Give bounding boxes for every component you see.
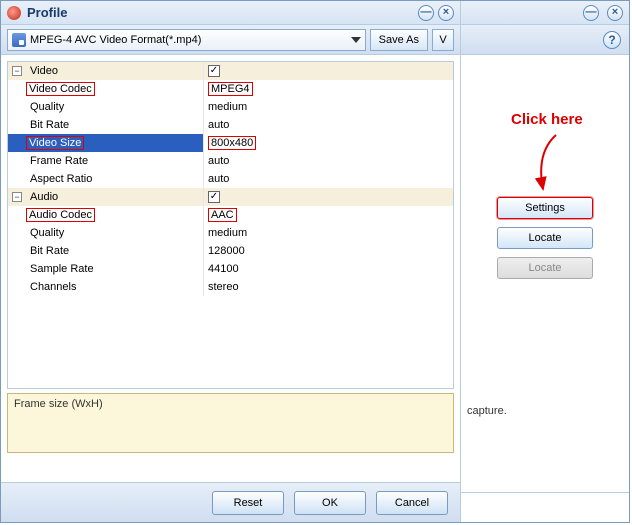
right-footer xyxy=(461,492,629,522)
video-aspect-row[interactable]: Aspect Ratio auto xyxy=(8,170,453,188)
window-title: Profile xyxy=(27,5,414,20)
audio-channels-row[interactable]: Channels stereo xyxy=(8,278,453,296)
format-dropdown-text: MPEG-4 AVC Video Format(*.mp4) xyxy=(30,34,351,46)
video-enabled-checkbox[interactable] xyxy=(208,65,220,77)
video-size-row[interactable]: Video Size 800x480 xyxy=(8,134,453,152)
close-button[interactable]: × xyxy=(438,5,454,21)
locate-button[interactable]: Locate xyxy=(497,227,593,249)
video-bitrate-row[interactable]: Bit Rate auto xyxy=(8,116,453,134)
settings-grid: −Video Video Codec MPEG4 Quality medium … xyxy=(7,61,454,389)
video-framerate-row[interactable]: Frame Rate auto xyxy=(8,152,453,170)
audio-group-row[interactable]: −Audio xyxy=(8,188,453,206)
minimize-button[interactable]: — xyxy=(583,5,599,21)
profile-toolbar: MPEG-4 AVC Video Format(*.mp4) Save As V xyxy=(1,25,460,55)
audio-bitrate-row[interactable]: Bit Rate 128000 xyxy=(8,242,453,260)
cancel-button[interactable]: Cancel xyxy=(376,491,448,515)
format-dropdown[interactable]: MPEG-4 AVC Video Format(*.mp4) xyxy=(7,29,366,51)
capture-text: capture. xyxy=(467,405,507,417)
video-codec-row[interactable]: Video Codec MPEG4 xyxy=(8,80,453,98)
arrow-icon xyxy=(521,133,571,197)
minimize-button[interactable]: — xyxy=(418,5,434,21)
collapse-icon[interactable]: − xyxy=(12,66,22,76)
close-button[interactable]: × xyxy=(607,5,623,21)
locate-button-disabled: Locate xyxy=(497,257,593,279)
click-here-annotation: Click here xyxy=(511,111,583,128)
settings-button[interactable]: Settings xyxy=(497,197,593,219)
save-as-button[interactable]: Save As xyxy=(370,29,428,51)
chevron-down-icon xyxy=(351,37,361,43)
right-titlebar: — × xyxy=(461,1,629,25)
video-format-icon xyxy=(12,33,26,47)
v-button[interactable]: V xyxy=(432,29,454,51)
video-group-row[interactable]: −Video xyxy=(8,62,453,80)
audio-codec-row[interactable]: Audio Codec AAC xyxy=(8,206,453,224)
audio-samplerate-row[interactable]: Sample Rate 44100 xyxy=(8,260,453,278)
ok-button[interactable]: OK xyxy=(294,491,366,515)
profile-titlebar: Profile — × xyxy=(1,1,460,25)
reset-button[interactable]: Reset xyxy=(212,491,284,515)
hint-panel: Frame size (WxH) xyxy=(7,393,454,453)
gear-icon xyxy=(7,6,21,20)
audio-enabled-checkbox[interactable] xyxy=(208,191,220,203)
video-quality-row[interactable]: Quality medium xyxy=(8,98,453,116)
audio-quality-row[interactable]: Quality medium xyxy=(8,224,453,242)
collapse-icon[interactable]: − xyxy=(12,192,22,202)
dialog-button-bar: Reset OK Cancel xyxy=(1,482,460,522)
help-button[interactable]: ? xyxy=(603,31,621,49)
